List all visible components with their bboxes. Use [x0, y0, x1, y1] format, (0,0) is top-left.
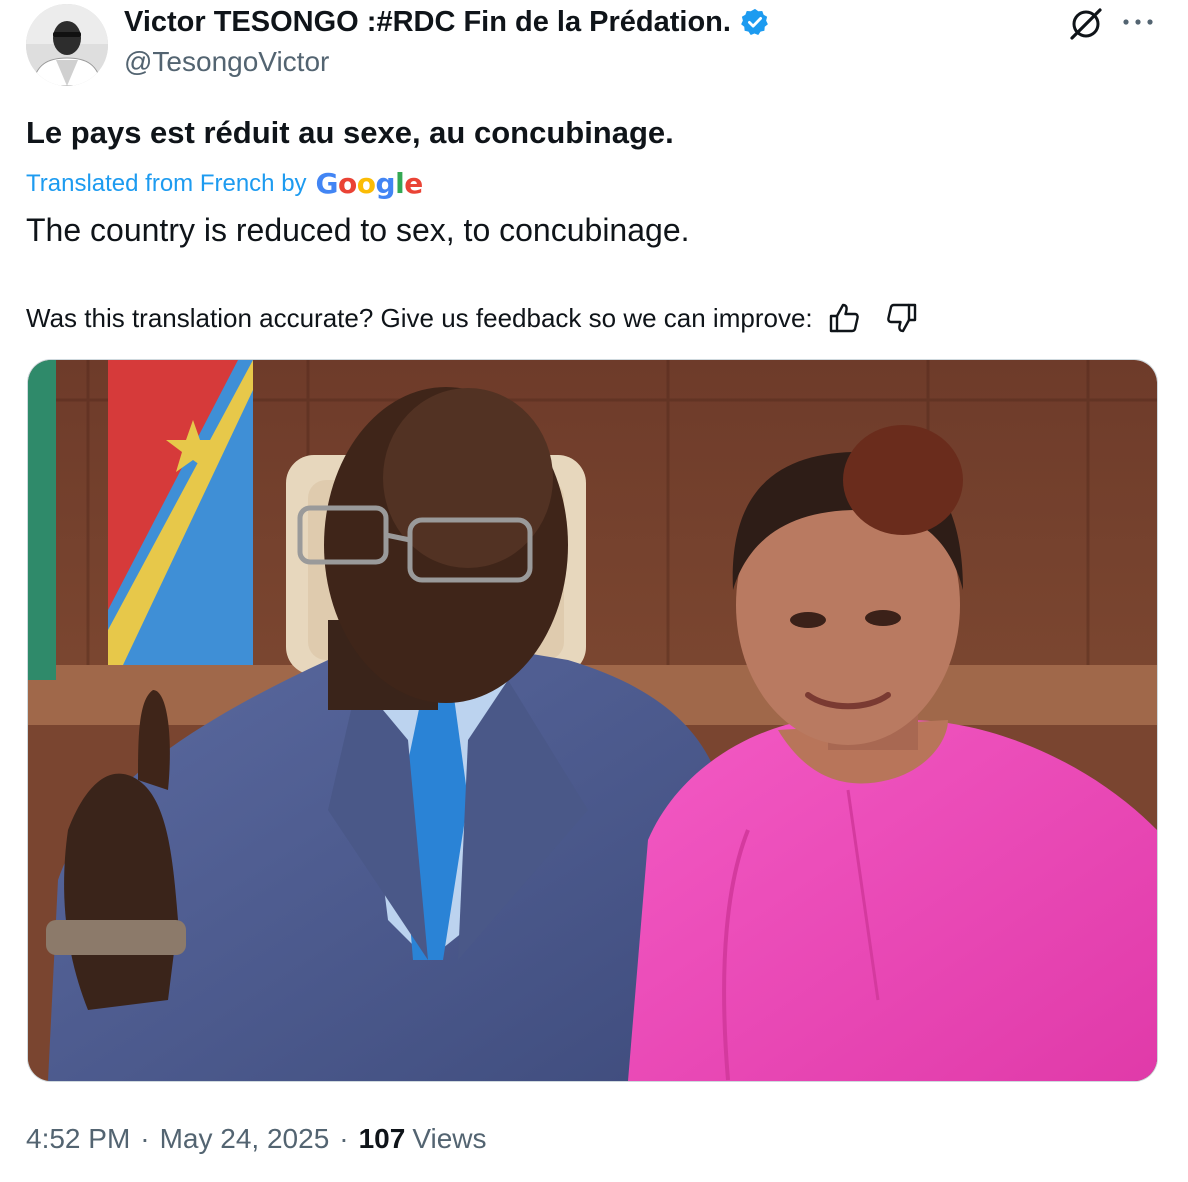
translated-from-label[interactable]: Translated from French by	[26, 170, 307, 198]
verified-badge-icon	[741, 8, 768, 35]
thumbs-up-icon[interactable]	[827, 301, 861, 335]
translation-feedback: Was this translation accurate? Give us f…	[26, 296, 919, 340]
translation-attribution: Translated from French by Google	[26, 164, 423, 204]
tweet-photo[interactable]	[27, 359, 1158, 1082]
more-options-icon[interactable]	[1120, 10, 1156, 34]
avatar-photo	[26, 4, 108, 86]
author-handle[interactable]: @TesongoVictor	[124, 45, 329, 79]
translated-text: The country is reduced to sex, to concub…	[26, 212, 690, 248]
views-count: 107	[358, 1123, 406, 1154]
grok-icon[interactable]	[1066, 4, 1106, 44]
meta-separator: ·	[339, 1123, 349, 1154]
author-avatar[interactable]	[26, 4, 108, 86]
photo-illustration	[28, 360, 1157, 1081]
tweet-time[interactable]: 4:52 PM	[26, 1123, 130, 1155]
meta-separator: ·	[140, 1123, 150, 1154]
author-name-text[interactable]: Victor TESONGO :#RDC Fin de la Prédation…	[124, 4, 731, 40]
google-logo: Google	[315, 167, 424, 200]
thumbs-down-icon[interactable]	[885, 301, 919, 335]
tweet-date[interactable]: May 24, 2025	[160, 1123, 330, 1155]
feedback-prompt: Was this translation accurate? Give us f…	[26, 302, 813, 333]
views-label: Views	[412, 1123, 487, 1154]
author-name[interactable]: Victor TESONGO :#RDC Fin de la Prédation…	[124, 4, 770, 40]
tweet-text: Le pays est réduit au sexe, au concubina…	[26, 115, 674, 150]
tweet-meta: 4:52 PM · May 24, 2025 · 107 Views	[26, 1117, 487, 1161]
